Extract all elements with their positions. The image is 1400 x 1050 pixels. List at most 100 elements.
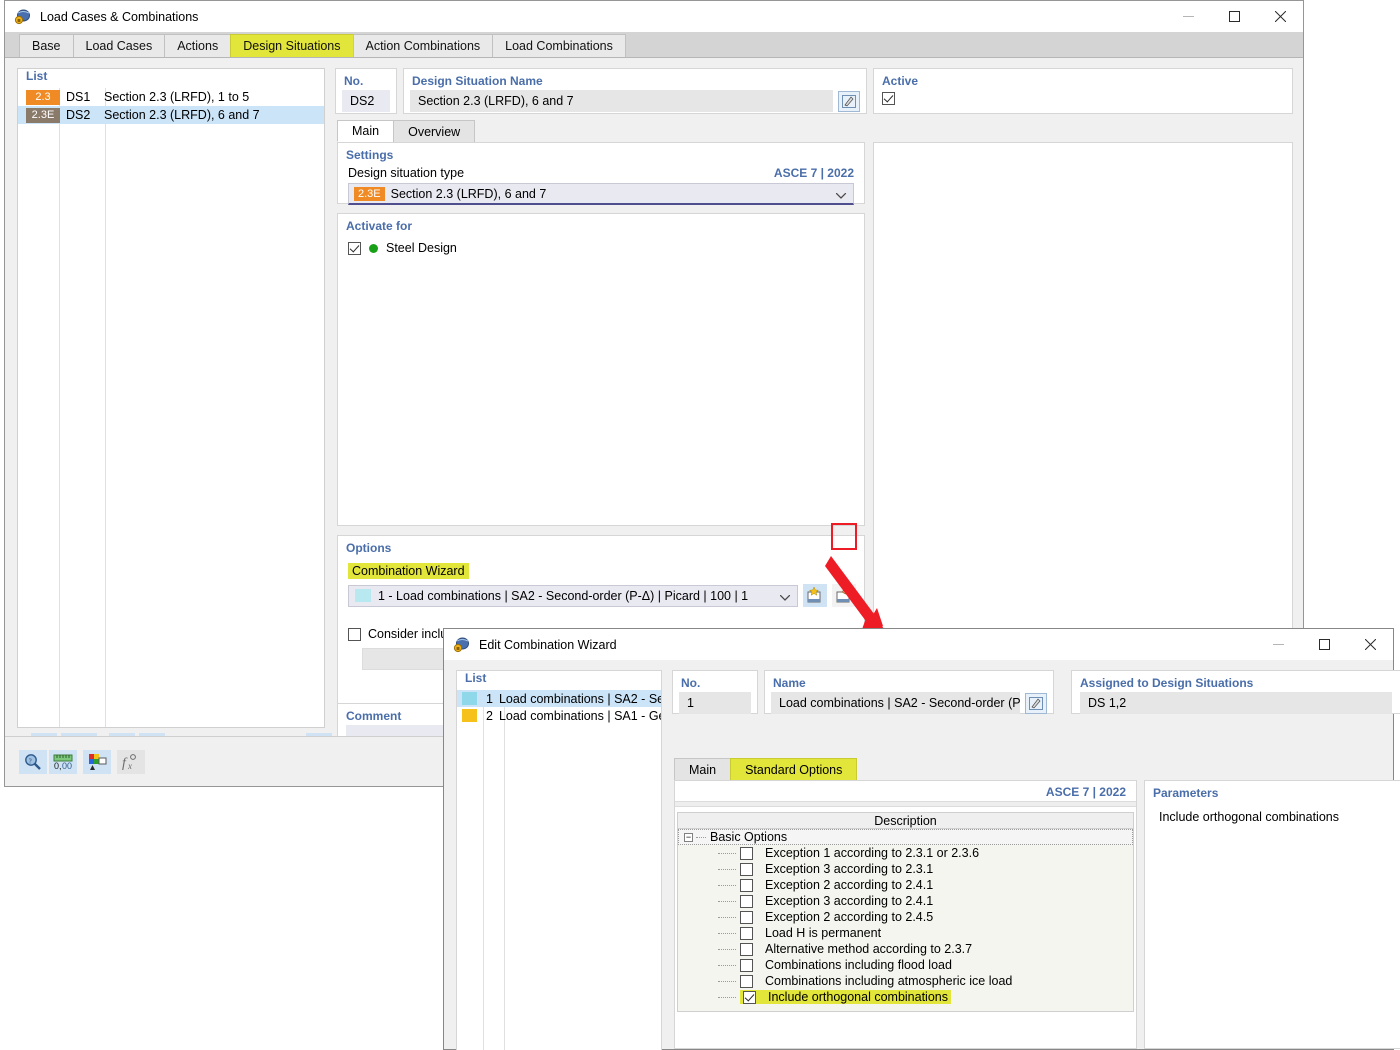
tree-option-row[interactable]: Combinations including atmospheric ice l… (678, 973, 1133, 989)
wizard-item-name: Load combinations | SA1 - Geom (498, 708, 661, 723)
tree-group-basic-options[interactable]: − Basic Options (678, 829, 1133, 845)
tab-load-combinations[interactable]: Load Combinations (492, 34, 626, 57)
tree-connector (718, 884, 736, 886)
wizard-subtab-main[interactable]: Main (674, 758, 732, 780)
wizard-maximize-button[interactable] (1301, 629, 1347, 660)
design-situation-type-badge: 2.3E (354, 186, 385, 201)
tree-option-checkbox[interactable] (740, 894, 753, 908)
activate-for-items: Steel Design (338, 241, 864, 255)
wizard-edit-name-icon[interactable] (1025, 692, 1047, 714)
tree-option-label: Exception 2 according to 2.4.5 (765, 910, 934, 924)
tree-connector (718, 948, 736, 950)
active-panel: Active (873, 68, 1293, 114)
design-situation-badge: 2.3 (26, 89, 60, 105)
parameters-text: Include orthogonal combinations (1159, 810, 1339, 824)
tab-load-cases[interactable]: Load Cases (72, 34, 166, 57)
new-combination-wizard-icon[interactable] (803, 584, 827, 607)
activate-for-item-label: Steel Design (386, 241, 457, 255)
subtab-label: Overview (408, 124, 461, 139)
tree-option-checkbox[interactable] (740, 862, 753, 876)
tree-option-row[interactable]: Include orthogonal combinations (678, 989, 1133, 1005)
tree-option-row[interactable]: Combinations including flood load (678, 957, 1133, 973)
tree-option-checkbox[interactable] (743, 990, 756, 1004)
tab-design-situations[interactable]: Design Situations (230, 34, 354, 57)
design-situation-row[interactable]: 2.3 DS1 Section 2.3 (LRFD), 1 to 5 (18, 88, 324, 106)
colors-icon[interactable] (83, 750, 111, 774)
design-situation-type-label: Design situation type (348, 166, 465, 180)
tree-option-checkbox[interactable] (740, 878, 753, 892)
edit-combination-wizard-icon[interactable] (832, 584, 856, 607)
minimize-button[interactable] (1165, 1, 1211, 32)
wizard-window-controls (1255, 629, 1393, 660)
tree-option-label: Exception 2 according to 2.4.1 (765, 878, 934, 892)
edit-name-icon[interactable] (838, 90, 860, 112)
collapse-icon[interactable]: − (684, 832, 693, 842)
chevron-down-icon[interactable] (779, 590, 791, 601)
tree-option-content: Exception 3 according to 2.3.1 (740, 862, 933, 876)
tree-item-list: Exception 1 according to 2.3.1 or 2.3.6 E… (678, 845, 1133, 1005)
wizard-subtab-label: Standard Options (745, 762, 843, 777)
formula-icon[interactable]: f x (117, 750, 145, 774)
tree-option-checkbox[interactable] (740, 958, 753, 972)
svg-text:x: x (127, 761, 132, 771)
design-situation-name-input[interactable]: Section 2.3 (LRFD), 6 and 7 (410, 90, 833, 112)
wizard-divider (675, 801, 1136, 807)
design-situation-type-dropdown[interactable]: 2.3E Section 2.3 (LRFD), 6 and 7 (348, 183, 854, 205)
tree-connector (718, 980, 736, 982)
edit-combination-wizard-window: Edit Combination Wizard List 1 Load combi… (443, 628, 1400, 1050)
wizard-list-header: List (465, 671, 487, 685)
tree-connector (718, 932, 736, 934)
wizard-subtab-standard-options[interactable]: Standard Options (730, 758, 858, 780)
no-value[interactable]: DS2 (342, 90, 390, 112)
wizard-list-item[interactable]: 1 Load combinations | SA2 - Secon (457, 690, 661, 707)
tab-label: Load Cases (85, 39, 153, 53)
tree-option-label: Combinations including flood load (765, 958, 952, 972)
wizard-no-panel: No. 1 (672, 670, 758, 714)
design-situation-name: Section 2.3 (LRFD), 1 to 5 (104, 90, 250, 104)
magnifier-icon[interactable]: ? (19, 750, 47, 774)
wizard-minimize-button[interactable] (1255, 629, 1301, 660)
combination-wizard-value: 1 - Load combinations | SA2 - Second-ord… (378, 588, 749, 603)
main-window-title: Load Cases & Combinations (40, 9, 199, 24)
design-situation-number: DS2 (66, 108, 91, 122)
tree-option-row[interactable]: Load H is permanent (678, 925, 1133, 941)
tree-option-row[interactable]: Alternative method according to 2.3.7 (678, 941, 1133, 957)
tree-option-label: Exception 3 according to 2.4.1 (765, 894, 934, 908)
wizard-close-button[interactable] (1347, 629, 1393, 660)
wizard-no-value[interactable]: 1 (679, 692, 751, 714)
activate-for-item[interactable]: Steel Design (348, 241, 864, 255)
combination-wizard-dropdown[interactable]: 1 - Load combinations | SA2 - Second-ord… (348, 584, 798, 607)
design-situation-row[interactable]: 2.3E DS2 Section 2.3 (LRFD), 6 and 7 (18, 106, 324, 124)
active-checkbox[interactable] (882, 92, 895, 105)
tree-connector (718, 852, 736, 854)
activate-for-checkbox[interactable] (348, 241, 361, 255)
tab-action-combinations[interactable]: Action Combinations (352, 34, 494, 57)
tree-option-checkbox[interactable] (740, 846, 753, 860)
tree-option-row[interactable]: Exception 3 according to 2.4.1 (678, 893, 1133, 909)
settings-group-label: Settings (346, 148, 394, 162)
tree-option-checkbox[interactable] (740, 942, 753, 956)
tree-option-checkbox[interactable] (740, 926, 753, 940)
options-tree: − Basic Options Exception 1 according to… (677, 829, 1134, 1012)
tab-actions[interactable]: Actions (164, 34, 232, 57)
tree-option-checkbox[interactable] (740, 974, 753, 988)
tab-base[interactable]: Base (19, 34, 74, 57)
subtab-main[interactable]: Main (337, 120, 395, 142)
tree-option-content: Exception 1 according to 2.3.1 or 2.3.6 (740, 846, 979, 860)
list-header: List (26, 69, 48, 83)
tree-option-checkbox[interactable] (740, 910, 753, 924)
main-subtabs: Main Overview (337, 120, 476, 142)
tree-option-row[interactable]: Exception 2 according to 2.4.5 (678, 909, 1133, 925)
units-icon[interactable]: 0, 00 (49, 750, 77, 774)
consider-inclusive-exclusive-checkbox[interactable] (348, 627, 361, 641)
close-button[interactable] (1257, 1, 1303, 32)
tree-option-row[interactable]: Exception 2 according to 2.4.1 (678, 877, 1133, 893)
maximize-button[interactable] (1211, 1, 1257, 32)
chevron-down-icon[interactable] (835, 188, 847, 199)
tree-option-content: Load H is permanent (740, 926, 881, 940)
tree-option-row[interactable]: Exception 3 according to 2.3.1 (678, 861, 1133, 877)
wizard-name-input[interactable]: Load combinations | SA2 - Second-order (… (771, 692, 1020, 714)
subtab-overview[interactable]: Overview (393, 120, 476, 142)
wizard-list-item[interactable]: 2 Load combinations | SA1 - Geom (457, 707, 661, 724)
tree-option-row[interactable]: Exception 1 according to 2.3.1 or 2.3.6 (678, 845, 1133, 861)
